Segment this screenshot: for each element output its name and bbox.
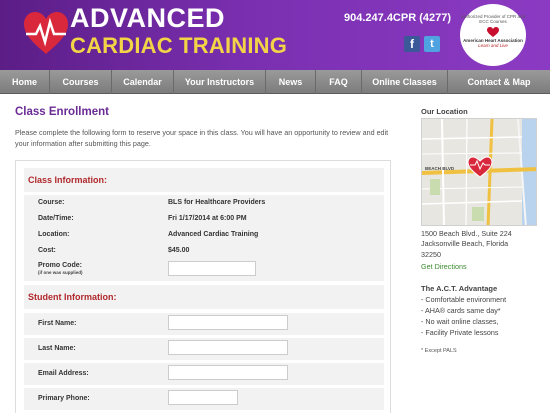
- student-info-header: Student Information:: [24, 285, 384, 309]
- location-title: Our Location: [421, 107, 468, 116]
- facebook-icon[interactable]: f: [404, 36, 420, 52]
- aha-heart-icon: [487, 27, 499, 37]
- class-info-row: Date/Time: Fri 1/17/2014 at 6:00 PM: [24, 211, 384, 227]
- nav-your-instructors[interactable]: Your Instructors: [174, 70, 266, 94]
- row-label: Cost:: [38, 247, 56, 254]
- map-street-label: BEACH BLVD: [425, 166, 455, 171]
- nav-calendar[interactable]: Calendar: [112, 70, 174, 94]
- promo-row: Promo Code: (if one was supplied): [24, 259, 384, 281]
- advantage-title: The A.C.T. Advantage: [421, 284, 498, 293]
- nav-courses[interactable]: Courses: [50, 70, 112, 94]
- address-line3: 32250: [421, 250, 441, 259]
- location-value: Advanced Cardiac Training: [168, 231, 259, 238]
- promo-code-input[interactable]: [168, 261, 256, 276]
- student-field-row: First Name:: [24, 313, 384, 335]
- advantage-item: - No wait online classes,: [421, 317, 499, 326]
- promo-label: Promo Code:: [38, 262, 82, 269]
- datetime-value: Fri 1/17/2014 at 6:00 PM: [168, 215, 247, 222]
- brand-line1[interactable]: ADVANCED: [70, 3, 225, 34]
- class-info-row: Cost: $45.00: [24, 243, 384, 259]
- nav-contact-map[interactable]: Contact & Map: [448, 70, 550, 94]
- address-line1: 1500 Beach Blvd., Suite 224: [421, 229, 512, 238]
- first-name-label: First Name:: [38, 320, 77, 327]
- student-field-row: Primary Phone:: [24, 388, 384, 410]
- last-name-input[interactable]: [168, 340, 288, 355]
- class-info-header: Class Information:: [24, 168, 384, 192]
- advantage-item: - Comfortable environment: [421, 295, 507, 304]
- class-info-row: Location: Advanced Cardiac Training: [24, 227, 384, 243]
- nav-news[interactable]: News: [266, 70, 316, 94]
- last-name-label: Last Name:: [38, 345, 76, 352]
- aha-top-text: Authorized Provider of CPR and ECC Cours…: [460, 14, 526, 24]
- primary-phone-input[interactable]: [168, 390, 238, 405]
- phone-number[interactable]: 904.247.4CPR (4277): [344, 12, 451, 24]
- email-input[interactable]: [168, 365, 288, 380]
- promo-sublabel: (if one was supplied): [38, 270, 83, 275]
- course-value: BLS for Healthcare Providers: [168, 199, 266, 206]
- primary-phone-label: Primary Phone:: [38, 395, 90, 402]
- twitter-icon[interactable]: t: [424, 36, 440, 52]
- first-name-input[interactable]: [168, 315, 288, 330]
- heart-logo-icon: [24, 12, 68, 54]
- advantage-item: - Facility Private lessons: [421, 328, 499, 337]
- nav-faq[interactable]: FAQ: [316, 70, 362, 94]
- get-directions-link[interactable]: Get Directions: [421, 262, 467, 271]
- aha-badge[interactable]: Authorized Provider of CPR and ECC Cours…: [460, 4, 526, 66]
- address-line2: Jacksonville Beach, Florida: [421, 239, 509, 248]
- location-map[interactable]: BEACH BLVD: [421, 118, 537, 226]
- site-header: ADVANCED CARDIAC TRAINING 904.247.4CPR (…: [0, 0, 550, 70]
- row-label: Date/Time:: [38, 215, 74, 222]
- aha-tagline: Learn and Live: [478, 43, 508, 48]
- brand-line2[interactable]: CARDIAC TRAINING: [70, 33, 287, 59]
- main-nav: Home Courses Calendar Your Instructors N…: [0, 70, 550, 94]
- student-field-row: Last Name:: [24, 338, 384, 360]
- student-field-row: Email Address:: [24, 363, 384, 385]
- advantage-note: * Except PALS: [421, 348, 457, 354]
- class-info-row: Course: BLS for Healthcare Providers: [24, 195, 384, 211]
- advantage-item: - AHA® cards same day*: [421, 306, 501, 315]
- row-label: Location:: [38, 231, 70, 238]
- intro-text: Please complete the following form to re…: [15, 128, 389, 148]
- cost-value: $45.00: [168, 247, 190, 254]
- page-title: Class Enrollment: [15, 106, 109, 118]
- map-graphic: [422, 119, 536, 225]
- row-label: Course:: [38, 199, 65, 206]
- nav-online-classes[interactable]: Online Classes: [362, 70, 448, 94]
- nav-home[interactable]: Home: [0, 70, 50, 94]
- email-label: Email Address:: [38, 370, 89, 377]
